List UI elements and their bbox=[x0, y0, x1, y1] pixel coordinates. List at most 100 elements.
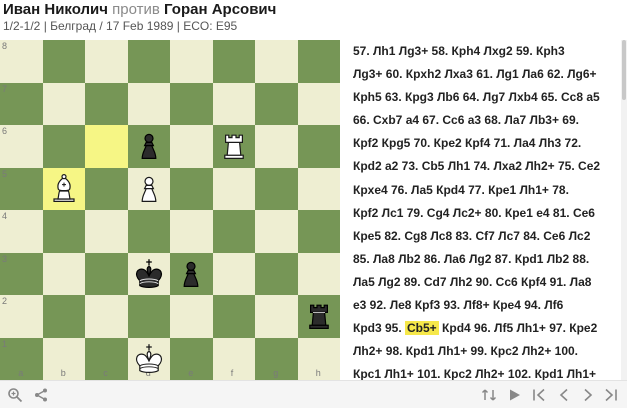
square-g6[interactable] bbox=[255, 125, 298, 168]
square-f7[interactable] bbox=[212, 82, 255, 125]
move-list-scrollbar[interactable] bbox=[621, 40, 627, 380]
square-b8[interactable] bbox=[42, 40, 85, 83]
move-line: Крh5 63. Крg3 Лb6 64. Лg7 Лxb4 65. Сc8 a… bbox=[353, 86, 615, 109]
chess-board[interactable]: 87654321abcdefgh bbox=[0, 40, 340, 380]
square-g8[interactable] bbox=[255, 40, 298, 83]
square-d4[interactable] bbox=[127, 210, 170, 253]
white-rook-icon[interactable] bbox=[213, 125, 256, 168]
square-g5[interactable] bbox=[255, 167, 298, 210]
move-text[interactable]: Крe5 82. Сg8 Лc8 83. Сf7 Лc7 84. Сe6 Лc2 bbox=[353, 229, 590, 243]
move-list[interactable]: 57. Лh1 Лg3+ 58. Крh4 Лxg2 59. Крh3 Лg3+ … bbox=[349, 40, 627, 380]
square-g3[interactable] bbox=[255, 252, 298, 295]
move-line: Крe5 82. Сg8 Лc8 83. Сf7 Лc7 84. Сe6 Лc2 bbox=[353, 225, 615, 248]
square-f3[interactable] bbox=[212, 252, 255, 295]
square-b7[interactable] bbox=[42, 82, 85, 125]
rank-label: 5 bbox=[2, 168, 8, 179]
move-text[interactable]: Крxe4 76. Лa5 Крd4 77. Крe1 Лh1+ 78. bbox=[353, 183, 569, 197]
file-label: b bbox=[60, 368, 66, 378]
move-text[interactable]: e3 92. Лe8 Крf3 93. Лf8+ Крe4 94. Лf6 bbox=[353, 298, 563, 312]
square-h4[interactable] bbox=[297, 210, 340, 253]
square-b6[interactable] bbox=[42, 125, 85, 168]
square-f5[interactable] bbox=[212, 167, 255, 210]
rank-label: 6 bbox=[2, 126, 8, 136]
rank-label: 4 bbox=[2, 211, 8, 221]
square-b4[interactable] bbox=[42, 210, 85, 253]
move-text[interactable]: Крd2 a2 73. Сb5 Лh1 74. Лxa2 Лh2+ 75. Сe… bbox=[353, 159, 600, 173]
game-title: Иван Николич против Горан Арсович bbox=[3, 1, 276, 18]
square-b2[interactable] bbox=[42, 295, 85, 338]
first-icon[interactable] bbox=[530, 386, 548, 404]
square-c5[interactable] bbox=[85, 167, 128, 210]
square-h8[interactable] bbox=[297, 40, 340, 83]
move-text[interactable]: Крf2 Крg5 70. Крe2 Крf4 71. Лa4 Лh3 72. bbox=[353, 136, 581, 150]
rank-label: 1 bbox=[2, 338, 8, 349]
share-icon[interactable] bbox=[32, 386, 50, 404]
square-b3[interactable] bbox=[42, 252, 85, 295]
square-c3[interactable] bbox=[85, 252, 128, 295]
move-line: 85. Лa8 Лb2 86. Лa6 Лg2 87. Крd1 Лb2 88. bbox=[353, 248, 615, 271]
square-c4[interactable] bbox=[85, 210, 128, 253]
move-text[interactable]: 66. Сxb7 a4 67. Сc6 a3 68. Лa7 Лb3+ 69. bbox=[353, 113, 579, 127]
flip-icon[interactable] bbox=[480, 386, 498, 404]
square-e7[interactable] bbox=[170, 82, 213, 125]
square-e2[interactable] bbox=[170, 295, 213, 338]
square-d2[interactable] bbox=[127, 295, 170, 338]
move-text[interactable]: Крf2 Лc1 79. Сg4 Лc2+ 80. Крe1 e4 81. Сe… bbox=[353, 206, 595, 220]
white-bishop-icon[interactable] bbox=[43, 168, 86, 211]
black-rook-icon[interactable] bbox=[298, 295, 341, 338]
move-text[interactable]: Крc1 Лh1+ 101. Крc2 Лh2+ 102. Крd1 Лh1+ bbox=[353, 367, 596, 380]
square-d7[interactable] bbox=[127, 82, 170, 125]
move-line: 57. Лh1 Лg3+ 58. Крh4 Лxg2 59. Крh3 bbox=[353, 40, 615, 63]
move-text[interactable]: 57. Лh1 Лg3+ 58. Крh4 Лxg2 59. Крh3 bbox=[353, 44, 565, 58]
square-c8[interactable] bbox=[85, 40, 128, 83]
play-icon[interactable] bbox=[505, 386, 523, 404]
square-c6[interactable] bbox=[85, 125, 128, 168]
square-d8[interactable] bbox=[127, 40, 170, 83]
square-h7[interactable] bbox=[297, 82, 340, 125]
move-line: Крf2 Лc1 79. Сg4 Лc2+ 80. Крe1 e4 81. Сe… bbox=[353, 202, 615, 225]
square-e5[interactable] bbox=[170, 167, 213, 210]
scrollbar-thumb[interactable] bbox=[622, 40, 626, 100]
next-icon[interactable] bbox=[579, 386, 597, 404]
last-icon[interactable] bbox=[602, 386, 620, 404]
square-h3[interactable] bbox=[297, 252, 340, 295]
square-f8[interactable] bbox=[212, 40, 255, 83]
black-king-icon[interactable] bbox=[128, 253, 171, 296]
square-h6[interactable] bbox=[297, 125, 340, 168]
move-line: e3 92. Лe8 Крf3 93. Лf8+ Крe4 94. Лf6 bbox=[353, 294, 615, 317]
square-c7[interactable] bbox=[85, 82, 128, 125]
move-text[interactable]: Крh5 63. Крg3 Лb6 64. Лg7 Лxb4 65. Сc8 a… bbox=[353, 90, 600, 104]
file-label: a bbox=[18, 368, 24, 378]
square-g4[interactable] bbox=[255, 210, 298, 253]
black-pawn-icon[interactable] bbox=[128, 125, 171, 168]
square-e6[interactable] bbox=[170, 125, 213, 168]
black-pawn-icon[interactable] bbox=[170, 253, 213, 296]
file-label: h bbox=[315, 368, 321, 378]
file-label: g bbox=[273, 368, 279, 378]
square-h5[interactable] bbox=[297, 167, 340, 210]
square-g7[interactable] bbox=[255, 82, 298, 125]
rank-label: 3 bbox=[2, 253, 8, 264]
move-text[interactable]: Лg3+ 60. Крxh2 Лxa3 61. Лg1 Лa6 62. Лg6+ bbox=[353, 67, 597, 81]
rank-label: 7 bbox=[2, 83, 8, 94]
black-player[interactable]: Горан Арсович bbox=[164, 1, 276, 18]
prev-icon[interactable] bbox=[555, 386, 573, 404]
move-text[interactable]: 85. Лa8 Лb2 86. Лa6 Лg2 87. Крd1 Лb2 88. bbox=[353, 252, 589, 266]
square-e4[interactable] bbox=[170, 210, 213, 253]
zoom-icon[interactable] bbox=[6, 386, 24, 404]
square-c2[interactable] bbox=[85, 295, 128, 338]
move-text[interactable]: Крd4 96. Лf5 Лh1+ 97. Крe2 bbox=[439, 321, 597, 335]
white-player[interactable]: Иван Николич bbox=[3, 1, 108, 18]
move-text[interactable]: Крd3 95. bbox=[353, 321, 405, 335]
square-f2[interactable] bbox=[212, 295, 255, 338]
board-toolbar bbox=[0, 380, 627, 408]
square-e8[interactable] bbox=[170, 40, 213, 83]
square-f4[interactable] bbox=[212, 210, 255, 253]
move-text[interactable]: Лa5 Лg2 89. Сd7 Лh2 90. Сc6 Крf4 91. Лa8 bbox=[353, 275, 591, 289]
white-pawn-icon[interactable] bbox=[128, 168, 171, 211]
square-g2[interactable] bbox=[255, 295, 298, 338]
current-move[interactable]: Сb5+ bbox=[405, 321, 439, 336]
white-king-icon[interactable] bbox=[128, 338, 171, 381]
square-f1[interactable] bbox=[212, 337, 255, 380]
move-text[interactable]: Лh2+ 98. Крd1 Лh1+ 99. Крc2 Лh2+ 100. bbox=[353, 344, 578, 358]
